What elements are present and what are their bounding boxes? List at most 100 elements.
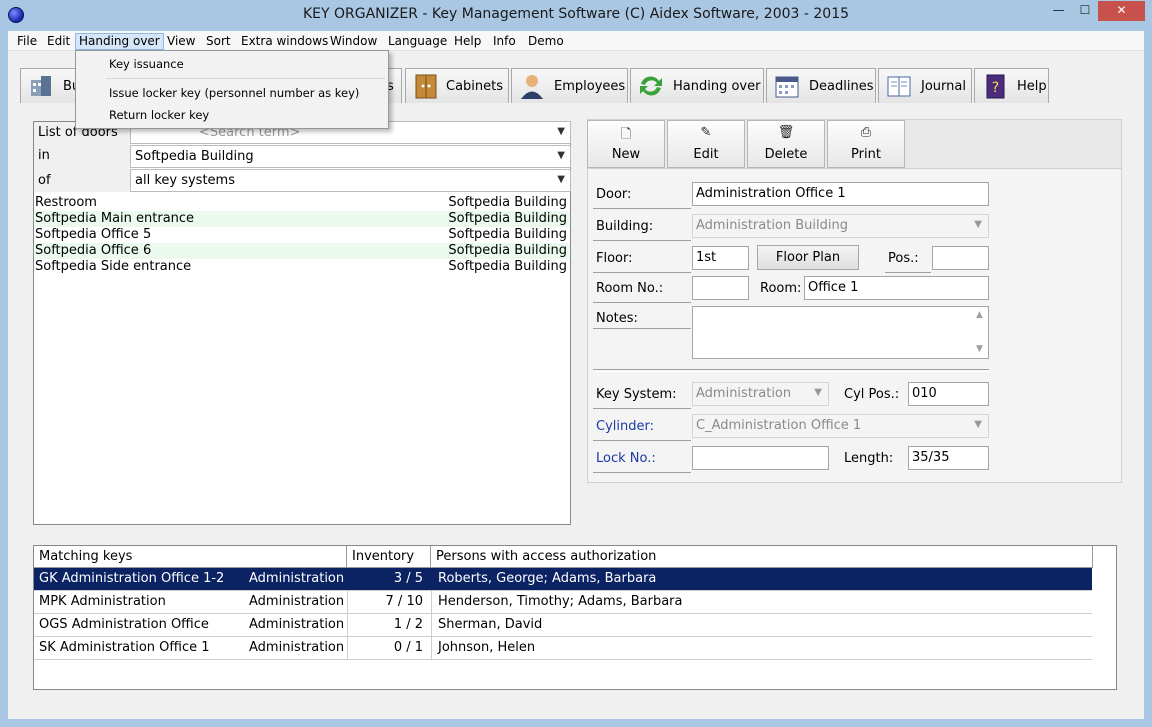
maximize-button[interactable]: ☐ bbox=[1072, 1, 1098, 21]
floor-plan-button[interactable]: Floor Plan bbox=[757, 245, 859, 270]
length-field[interactable]: 35/35 bbox=[908, 446, 989, 470]
menu-file[interactable]: File bbox=[14, 33, 40, 50]
tab-buildings[interactable]: Bu bbox=[20, 68, 80, 103]
print-button[interactable]: ⎙ Print bbox=[827, 120, 905, 168]
door-name: Softpedia Office 5 bbox=[35, 227, 152, 242]
close-button[interactable]: ✕ bbox=[1098, 1, 1145, 21]
app-icon[interactable] bbox=[8, 7, 24, 23]
menu-sort[interactable]: Sort bbox=[203, 33, 234, 50]
new-document-icon: 🗋 bbox=[620, 127, 632, 142]
door-field[interactable]: Administration Office 1 bbox=[692, 182, 989, 206]
title-bar: KEY ORGANIZER - Key Management Software … bbox=[0, 0, 1152, 31]
tab-cabinets[interactable]: Cabinets bbox=[405, 68, 509, 103]
tab-label: Journal bbox=[921, 79, 966, 94]
room-no-label: Room No.: bbox=[596, 281, 664, 296]
key-system-select[interactable]: Administration ▼ bbox=[692, 382, 829, 406]
menu-handing-over[interactable]: Handing over bbox=[75, 33, 164, 50]
room-label: Room: bbox=[760, 281, 802, 296]
chevron-down-icon[interactable]: ▼ bbox=[557, 126, 565, 137]
building-filter-select[interactable]: Softpedia Building ▼ bbox=[130, 145, 571, 168]
building-select-value: Administration Building bbox=[696, 218, 848, 233]
menu-item-return-locker-key[interactable]: Return locker key bbox=[109, 108, 209, 122]
label-underline bbox=[593, 208, 691, 209]
door-building: Softpedia Building bbox=[448, 195, 567, 210]
label-underline bbox=[593, 472, 691, 473]
tab-handing-over[interactable]: Handing over bbox=[630, 68, 764, 103]
tab-employees[interactable]: Employees bbox=[511, 68, 628, 103]
key-inventory: 7 / 10 bbox=[385, 594, 423, 609]
cyl-pos-field[interactable]: 010 bbox=[908, 382, 989, 406]
menu-info[interactable]: Info bbox=[490, 33, 519, 50]
room-field[interactable]: Office 1 bbox=[804, 276, 989, 300]
list-item[interactable]: Restroom Softpedia Building bbox=[35, 195, 569, 211]
tab-label: Employees bbox=[554, 79, 626, 94]
building-filter-value: Softpedia Building bbox=[135, 149, 254, 164]
lock-no-field[interactable] bbox=[692, 446, 829, 470]
key-name: OGS Administration Office bbox=[39, 617, 209, 632]
menu-help[interactable]: Help bbox=[451, 33, 484, 50]
tab-deadlines[interactable]: Deadlines bbox=[766, 68, 876, 103]
door-name: Softpedia Side entrance bbox=[35, 259, 192, 274]
table-row[interactable]: GK Administration Office 1-2 Administrat… bbox=[34, 568, 1092, 591]
column-divider bbox=[347, 591, 348, 660]
key-inventory: 3 / 5 bbox=[393, 571, 423, 586]
tab-help[interactable]: ? Help bbox=[974, 68, 1049, 103]
menu-language[interactable]: Language bbox=[385, 33, 450, 50]
label-underline bbox=[593, 272, 691, 273]
menu-edit[interactable]: Edit bbox=[44, 33, 73, 50]
door-building: Softpedia Building bbox=[448, 211, 567, 226]
of-label: of bbox=[38, 173, 51, 188]
in-label: in bbox=[38, 148, 50, 163]
key-persons: Johnson, Helen bbox=[438, 640, 536, 655]
menu-view[interactable]: View bbox=[164, 33, 198, 50]
key-name: SK Administration Office 1 bbox=[39, 640, 210, 655]
key-inventory: 0 / 1 bbox=[393, 640, 423, 655]
list-item[interactable]: Softpedia Side entrance Softpedia Buildi… bbox=[35, 259, 569, 275]
menu-bar: File Edit Handing over View Sort Extra w… bbox=[8, 31, 1144, 51]
cyl-pos-label: Cyl Pos.: bbox=[844, 387, 900, 402]
column-header-matching-keys[interactable]: Matching keys bbox=[34, 546, 347, 568]
floor-field[interactable]: 1st bbox=[692, 246, 749, 270]
menu-extra-windows[interactable]: Extra windows bbox=[238, 33, 331, 50]
tab-label: Cabinets bbox=[446, 79, 504, 94]
new-button[interactable]: 🗋 New bbox=[587, 120, 665, 168]
key-system-filter-select[interactable]: all key systems ▼ bbox=[130, 169, 571, 192]
table-row[interactable]: OGS Administration Office Administration… bbox=[34, 614, 1092, 637]
table-row[interactable]: MPK Administration Administration 7 / 10… bbox=[34, 591, 1092, 614]
chevron-down-icon[interactable]: ▼ bbox=[974, 219, 982, 230]
column-header-inventory[interactable]: Inventory bbox=[347, 546, 431, 568]
delete-button[interactable]: 🗑 Delete bbox=[747, 120, 825, 168]
building-select[interactable]: Administration Building ▼ bbox=[692, 214, 989, 238]
door-name: Softpedia Office 6 bbox=[35, 243, 152, 258]
door-building: Softpedia Building bbox=[448, 243, 567, 258]
key-system: Administration bbox=[249, 594, 345, 609]
minimize-button[interactable]: — bbox=[1045, 1, 1072, 21]
chevron-down-icon[interactable]: ▼ bbox=[557, 150, 565, 161]
menu-item-key-issuance[interactable]: Key issuance bbox=[109, 57, 184, 71]
chevron-down-icon[interactable]: ▼ bbox=[814, 387, 822, 398]
menu-demo[interactable]: Demo bbox=[525, 33, 567, 50]
cylinder-select[interactable]: C_Administration Office 1 ▼ bbox=[692, 414, 989, 438]
tab-journal[interactable]: Journal bbox=[878, 68, 972, 103]
edit-button[interactable]: ✎ Edit bbox=[667, 120, 745, 168]
notes-scrollbar[interactable]: ▲ ▼ bbox=[972, 308, 987, 357]
table-row[interactable]: SK Administration Office 1 Administratio… bbox=[34, 637, 1092, 660]
notes-textarea[interactable] bbox=[692, 306, 989, 359]
pos-field[interactable] bbox=[932, 246, 989, 270]
chevron-down-icon[interactable]: ▼ bbox=[974, 419, 982, 430]
floor-label: Floor: bbox=[596, 251, 633, 266]
key-system: Administration bbox=[249, 571, 345, 586]
menu-window[interactable]: Window bbox=[327, 33, 380, 50]
list-item[interactable]: Softpedia Main entrance Softpedia Buildi… bbox=[35, 211, 569, 227]
column-header-persons[interactable]: Persons with access authorization bbox=[431, 546, 1093, 568]
chevron-down-icon[interactable]: ▼ bbox=[557, 174, 565, 185]
menu-item-issue-locker-key[interactable]: Issue locker key (personnel number as ke… bbox=[109, 86, 359, 100]
cylinder-link[interactable]: Cylinder: bbox=[596, 419, 654, 434]
tab-label: Help bbox=[1017, 79, 1047, 94]
list-item[interactable]: Softpedia Office 5 Softpedia Building bbox=[35, 227, 569, 243]
list-item[interactable]: Softpedia Office 6 Softpedia Building bbox=[35, 243, 569, 259]
pos-label: Pos.: bbox=[888, 251, 919, 266]
door-building: Softpedia Building bbox=[448, 227, 567, 242]
lock-no-link[interactable]: Lock No.: bbox=[596, 451, 656, 466]
room-no-field[interactable] bbox=[692, 276, 749, 300]
